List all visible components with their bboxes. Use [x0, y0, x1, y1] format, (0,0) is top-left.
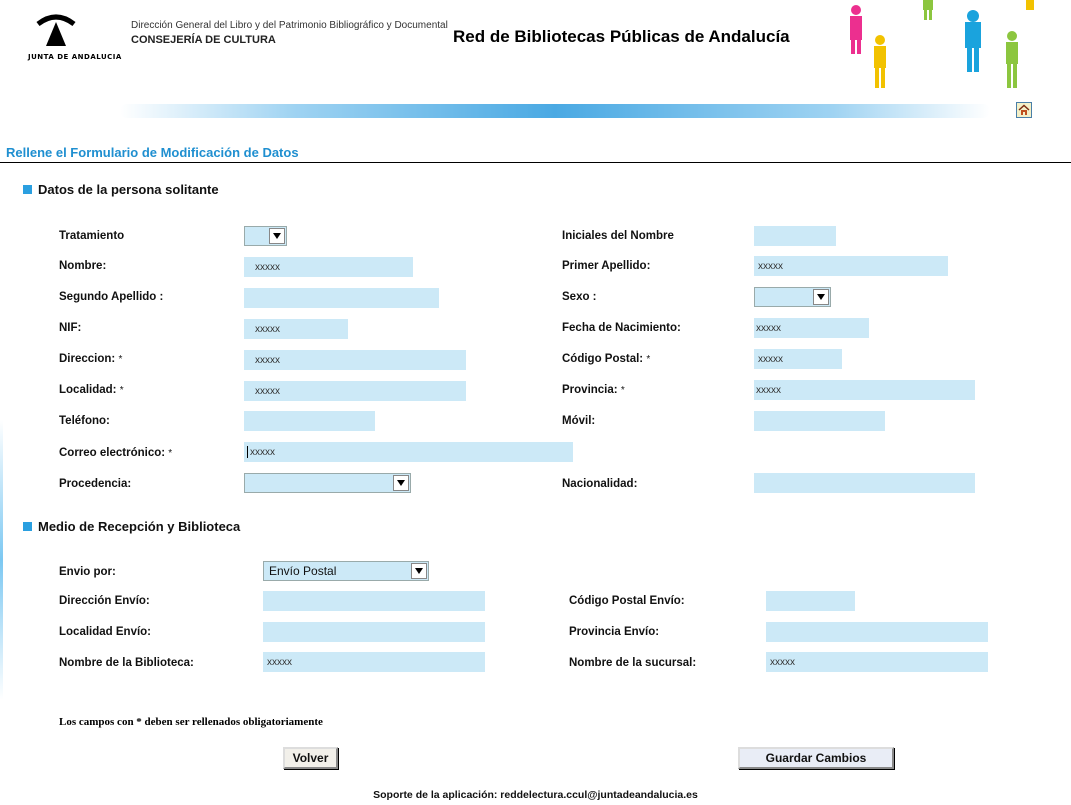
required-asterisk: * [620, 385, 625, 396]
header-divider-bar [120, 104, 990, 118]
label-provincia-text: Provincia: [562, 384, 618, 396]
fecha-nacimiento-field[interactable]: xxxxx [754, 318, 869, 338]
nif-field[interactable]: xxxxx [244, 319, 348, 339]
label-direccion: Direccion: * [59, 353, 122, 365]
left-decoration-strip [0, 420, 3, 700]
text-cursor [247, 446, 248, 458]
support-contact: Soporte de la aplicación: reddelectura.c… [373, 789, 698, 801]
codigo-postal-field[interactable]: xxxxx [754, 349, 842, 369]
tratamiento-select[interactable] [244, 226, 287, 246]
ministry-text: CONSEJERÍA DE CULTURA [131, 34, 276, 46]
section-title-personal: Datos de la persona solitante [23, 182, 219, 197]
required-asterisk: * [646, 354, 651, 365]
label-sexo: Sexo : [562, 291, 597, 303]
chevron-down-icon [813, 289, 829, 305]
label-codigo-postal-text: Código Postal: [562, 353, 644, 365]
label-procedencia: Procedencia: [59, 478, 132, 490]
label-iniciales: Iniciales del Nombre [562, 230, 674, 242]
telefono-field[interactable] [244, 411, 375, 431]
section-bullet-icon [23, 522, 32, 531]
provincia-field[interactable]: xxxxx [754, 380, 975, 400]
required-asterisk: * [119, 385, 124, 396]
label-codigo-postal-envio: Código Postal Envío: [569, 595, 685, 607]
envio-por-select[interactable]: Envío Postal [263, 561, 429, 581]
label-nombre: Nombre: [59, 260, 107, 272]
envio-por-value: Envío Postal [269, 564, 337, 578]
primer-apellido-field[interactable]: xxxxx [754, 256, 948, 276]
required-fields-note: Los campos con * deben ser rellenados ob… [59, 716, 323, 728]
provincia-envio-field[interactable] [766, 622, 988, 642]
label-movil: Móvil: [562, 415, 596, 427]
label-codigo-postal: Código Postal: * [562, 353, 650, 365]
people-figures-icon [850, 0, 1034, 88]
chevron-down-icon [393, 475, 409, 491]
label-provincia: Provincia: * [562, 384, 625, 396]
segundo-apellido-field[interactable] [244, 288, 439, 308]
localidad-envio-field[interactable] [263, 622, 485, 642]
procedencia-select[interactable] [244, 473, 411, 493]
label-tratamiento: Tratamiento [59, 230, 125, 242]
sexo-select[interactable] [754, 287, 831, 307]
label-localidad: Localidad: * [59, 384, 124, 396]
home-icon [1018, 104, 1030, 115]
correo-value: xxxxx [250, 446, 275, 458]
label-envio-por: Envio por: [59, 566, 116, 578]
back-button[interactable]: Volver [283, 747, 338, 769]
label-primer-apellido: Primer Apellido: [562, 260, 651, 272]
label-correo: Correo electrónico: * [59, 447, 172, 459]
section-bullet-icon [23, 185, 32, 194]
correo-field[interactable]: xxxxx [244, 442, 573, 462]
chevron-down-icon [269, 228, 285, 244]
label-provincia-envio: Provincia Envío: [569, 626, 660, 638]
label-nacionalidad: Nacionalidad: [562, 478, 638, 490]
label-direccion-envio: Dirección Envío: [59, 595, 150, 607]
label-nif: NIF: [59, 322, 82, 334]
label-localidad-text: Localidad: [59, 384, 117, 396]
label-correo-text: Correo electrónico: [59, 447, 166, 459]
nacionalidad-field[interactable] [754, 473, 975, 493]
nombre-biblioteca-field[interactable]: xxxxx [263, 652, 485, 672]
localidad-field[interactable]: xxxxx [244, 381, 466, 401]
iniciales-field[interactable] [754, 226, 836, 246]
section-title-delivery: Medio de Recepción y Biblioteca [23, 519, 240, 534]
direccion-envio-field[interactable] [263, 591, 485, 611]
label-segundo-apellido: Segundo Apellido : [59, 291, 164, 303]
form-heading: Rellene el Formulario de Modificación de… [6, 145, 299, 160]
home-button[interactable] [1016, 102, 1032, 118]
heading-divider [0, 162, 1071, 163]
junta-andalucia-logo-icon [36, 14, 76, 46]
movil-field[interactable] [754, 411, 885, 431]
site-title: Red de Bibliotecas Públicas de Andalucía [453, 27, 790, 46]
section-title-text: Datos de la persona solitante [38, 182, 219, 197]
label-nombre-sucursal: Nombre de la sucursal: [569, 657, 697, 669]
label-localidad-envio: Localidad Envío: [59, 626, 152, 638]
section-title-text: Medio de Recepción y Biblioteca [38, 519, 241, 534]
label-nombre-biblioteca: Nombre de la Biblioteca: [59, 657, 194, 669]
required-asterisk: * [118, 354, 123, 365]
nombre-field[interactable]: xxxxx [244, 257, 413, 277]
nombre-sucursal-field[interactable]: xxxxx [766, 652, 988, 672]
codigo-postal-envio-field[interactable] [766, 591, 855, 611]
required-asterisk: * [168, 448, 173, 459]
directorate-text: Dirección General del Libro y del Patrim… [131, 20, 448, 31]
direccion-field[interactable]: xxxxx [244, 350, 466, 370]
label-fecha-nacimiento: Fecha de Nacimiento: [562, 322, 681, 334]
save-changes-button[interactable]: Guardar Cambios [738, 747, 894, 769]
logo-text: JUNTA DE ANDALUCIA [28, 53, 122, 61]
label-direccion-text: Direccion: [59, 353, 116, 365]
label-telefono: Teléfono: [59, 415, 110, 427]
chevron-down-icon [411, 563, 427, 579]
